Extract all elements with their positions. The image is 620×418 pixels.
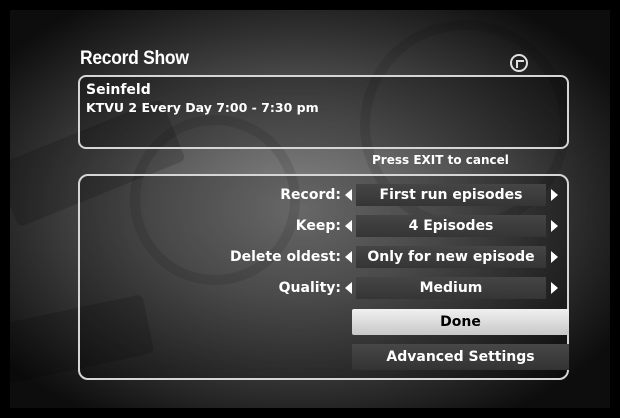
show-name: Seinfeld [86,82,151,98]
arrow-left-icon[interactable] [345,189,352,201]
arrow-left-icon[interactable] [345,282,352,294]
arrow-right-icon[interactable] [551,189,558,201]
setting-label: Record: [280,187,341,203]
arrow-left-icon[interactable] [345,220,352,232]
done-button[interactable]: Done [352,309,569,335]
advanced-settings-button[interactable]: Advanced Settings [352,344,569,370]
setting-value[interactable]: Only for new episode [356,246,546,268]
page-title: Record Show [80,48,189,69]
arrow-right-icon[interactable] [551,282,558,294]
show-info-panel: Seinfeld KTVU 2 Every Day 7:00 - 7:30 pm [78,75,569,149]
setting-row-record[interactable]: Record: First run episodes [80,184,571,206]
arrow-left-icon[interactable] [345,251,352,263]
setting-row-keep[interactable]: Keep: 4 Episodes [80,215,571,237]
show-schedule: KTVU 2 Every Day 7:00 - 7:30 pm [86,100,319,115]
record-show-screen: Record Show Seinfeld KTVU 2 Every Day 7:… [10,10,610,408]
settings-panel: Record: First run episodes Keep: 4 Episo… [78,174,569,380]
setting-row-quality[interactable]: Quality: Medium [80,277,571,299]
arrow-right-icon[interactable] [551,220,558,232]
setting-value[interactable]: First run episodes [356,184,546,206]
setting-value[interactable]: 4 Episodes [356,215,546,237]
arrow-right-icon[interactable] [551,251,558,263]
setting-label: Keep: [295,218,341,234]
setting-row-delete-oldest[interactable]: Delete oldest: Only for new episode [80,246,571,268]
setting-label: Quality: [278,280,341,296]
exit-hint: Press EXIT to cancel [372,153,509,167]
setting-value[interactable]: Medium [356,277,546,299]
tivo-logo-icon [510,54,528,72]
setting-label: Delete oldest: [229,249,341,265]
